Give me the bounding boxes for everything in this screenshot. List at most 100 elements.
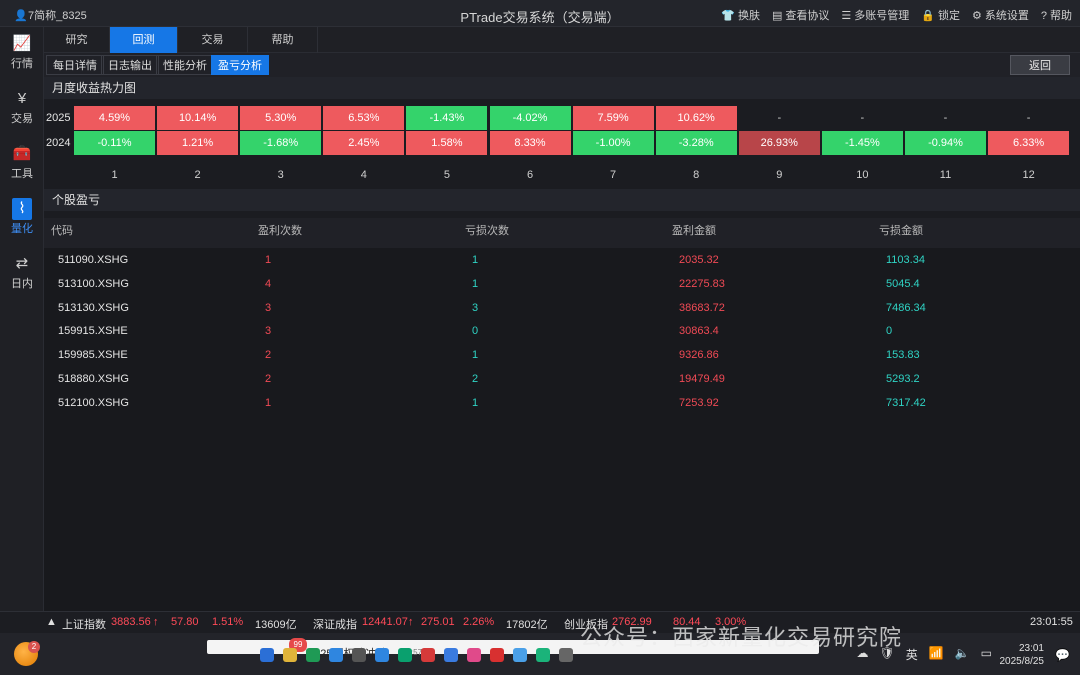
menu-skin[interactable]: 👕 换肤 [721, 7, 760, 23]
sidebar-item-market[interactable]: 📈 行情 [0, 29, 44, 79]
cell-loss-count: 3 [472, 301, 479, 314]
subtab-performance[interactable]: 性能分析 [156, 55, 214, 75]
taskbar-app-icon[interactable] [398, 648, 412, 662]
menu-lock[interactable]: 🔒 锁定 [921, 7, 960, 23]
cell-code: 518880.XSHG [58, 373, 129, 385]
heatmap-month-label: 7 [610, 169, 617, 181]
heatmap-cell: 10.62% [655, 106, 737, 130]
menu-agreement[interactable]: ▤ 查看协议 [772, 7, 829, 23]
taskbar-app-icon[interactable] [513, 648, 527, 662]
sz-index-price: 12441.07 [362, 616, 408, 628]
cell-loss-amount: 1103.34 [886, 254, 925, 266]
cell-win-count: 2 [265, 373, 272, 385]
taskbar-app-icon[interactable] [283, 648, 297, 662]
cell-loss-amount: 7486.34 [886, 301, 926, 314]
subtab-pnl-analysis[interactable]: 盈亏分析 [211, 55, 269, 75]
weather-icon[interactable]: ☁ [857, 646, 869, 663]
cell-code: 511090.XSHG [58, 254, 129, 266]
cell-code: 513100.XSHG [58, 277, 129, 290]
table-header: 代码 盈利次数 亏损次数 盈利金额 亏损金额 [44, 218, 1080, 248]
taskbar-apps [260, 648, 573, 662]
taskbar-app-icon[interactable] [421, 648, 435, 662]
sz-index-name[interactable]: 深证成指 [313, 616, 357, 632]
system-tray: ☁ 🛡 英 📶 🔈 ▭ [857, 646, 993, 663]
heatmap-title: 月度收益热力图 [44, 77, 1080, 99]
battery-icon[interactable]: ▭ [981, 646, 992, 663]
taskbar-app-icon[interactable] [306, 648, 320, 662]
heatmap-cell: 1.21% [157, 131, 239, 155]
watermark-text: 公众号：西家新量化交易研究院 [580, 625, 903, 650]
tab-help[interactable]: 帮助 [248, 27, 318, 53]
heatmap-cell: -3.28% [655, 131, 737, 155]
cell-win-amount: 19479.49 [679, 373, 725, 385]
sidebar-item-tools[interactable]: 🧰 工具 [0, 139, 44, 189]
tab-research[interactable]: 研究 [44, 27, 110, 53]
cell-win-count: 2 [265, 349, 272, 362]
heatmap-cell: -0.94% [905, 131, 986, 155]
taskbar-app-icon[interactable] [536, 648, 550, 662]
sh-index-arrow-icon: ▲ [46, 616, 57, 628]
heatmap-month-label: 1 [111, 169, 118, 181]
sh-index-name[interactable]: 上证指数 [62, 616, 106, 632]
table-row[interactable]: 513100.XSHG 4 1 22275.83 5045.4 [44, 272, 1080, 296]
taskbar-app-icon[interactable] [444, 648, 458, 662]
taskbar-app-icon[interactable] [467, 648, 481, 662]
col-win-count[interactable]: 盈利次数 [258, 218, 302, 248]
taskbar-app-icon[interactable] [352, 648, 366, 662]
table-row[interactable]: 518880.XSHG 2 2 19479.49 5293.2 [44, 367, 1080, 391]
menu-help[interactable]: ? 帮助 [1041, 7, 1072, 23]
taskbar-app-icon[interactable] [559, 648, 573, 662]
ime-indicator[interactable]: 英 [906, 646, 918, 663]
cell-loss-amount: 5293.2 [886, 373, 920, 385]
volume-icon[interactable]: 🔈 [955, 646, 970, 663]
cell-win-count: 1 [265, 396, 272, 409]
title-menu: 👕 换肤 ▤ 查看协议 ☰ 多账号管理 🔒 锁定 ⚙ 系统设置 ? 帮助 [721, 7, 1072, 23]
subtab-daily-detail[interactable]: 每日详情 [46, 55, 104, 75]
table-row[interactable]: 512100.XSHG 1 1 7253.92 7317.42 [44, 391, 1080, 415]
intraday-icon: ⇄ [15, 255, 29, 272]
menu-settings[interactable]: ⚙ 系统设置 [972, 7, 1029, 23]
taskbar-app-icon[interactable] [490, 648, 504, 662]
col-loss-amount[interactable]: 亏损金额 [879, 218, 923, 248]
taskbar-app-icon[interactable] [375, 648, 389, 662]
cell-win-amount: 22275.83 [679, 277, 725, 290]
chart-icon: 📈 [12, 35, 32, 52]
cell-code: 159915.XSHE [58, 325, 128, 338]
sidebar-item-trade[interactable]: ¥ 交易 [0, 84, 44, 134]
sz-index-volume: 17802亿 [506, 619, 548, 631]
user-icon: 👤 [14, 10, 28, 22]
cell-loss-count: 2 [472, 373, 479, 385]
heatmap-month-label: 11 [939, 169, 952, 181]
back-button[interactable]: 返回 [1010, 55, 1070, 75]
table-row[interactable]: 513130.XSHG 3 3 38683.72 7486.34 [44, 296, 1080, 320]
system-clock[interactable]: 23:01 2025/8/25 [1000, 642, 1045, 668]
menu-multi-account[interactable]: ☰ 多账号管理 [841, 7, 909, 23]
subtab-log-output[interactable]: 日志输出 [101, 55, 159, 75]
heatmap-month-label: 6 [526, 169, 534, 181]
col-code[interactable]: 代码 [51, 218, 73, 248]
sidebar-item-intraday[interactable]: ⇄ 日内 [0, 249, 44, 299]
security-icon[interactable]: 🛡 [880, 646, 895, 663]
taskbar-app-icon[interactable] [260, 648, 274, 662]
cell-win-amount: 9326.86 [679, 349, 719, 362]
table-row[interactable]: 511090.XSHG 1 1 2035.32 1103.34 [44, 248, 1080, 272]
widget-badge: 2 [28, 641, 40, 653]
sidebar-item-quant[interactable]: ⌇ 量化 [0, 194, 44, 244]
sh-index-volume: 13609亿 [255, 619, 297, 631]
col-loss-count[interactable]: 亏损次数 [465, 218, 509, 248]
tab-backtest[interactable]: 回测 [110, 27, 178, 53]
user-account[interactable]: 👤7简称_8325 [14, 7, 87, 23]
notification-center-icon[interactable]: 💬 [1055, 648, 1070, 662]
tab-trade[interactable]: 交易 [178, 27, 248, 53]
table-row[interactable]: 159915.XSHE 3 0 30863.4 0 [44, 319, 1080, 343]
cell-loss-amount: 153.83 [886, 349, 920, 362]
cell-code: 513130.XSHG [58, 301, 129, 314]
wifi-icon[interactable]: 📶 [929, 646, 944, 663]
clock-time: 23:01 [1018, 643, 1044, 654]
col-win-amount[interactable]: 盈利金额 [672, 218, 716, 248]
table-row[interactable]: 159985.XSHE 2 1 9326.86 153.83 [44, 343, 1080, 367]
taskbar-app-icon[interactable] [329, 648, 343, 662]
cell-code: 512100.XSHG [58, 396, 129, 409]
heatmap-cell: 2.45% [323, 131, 405, 155]
heatmap-cell: - [821, 106, 903, 130]
